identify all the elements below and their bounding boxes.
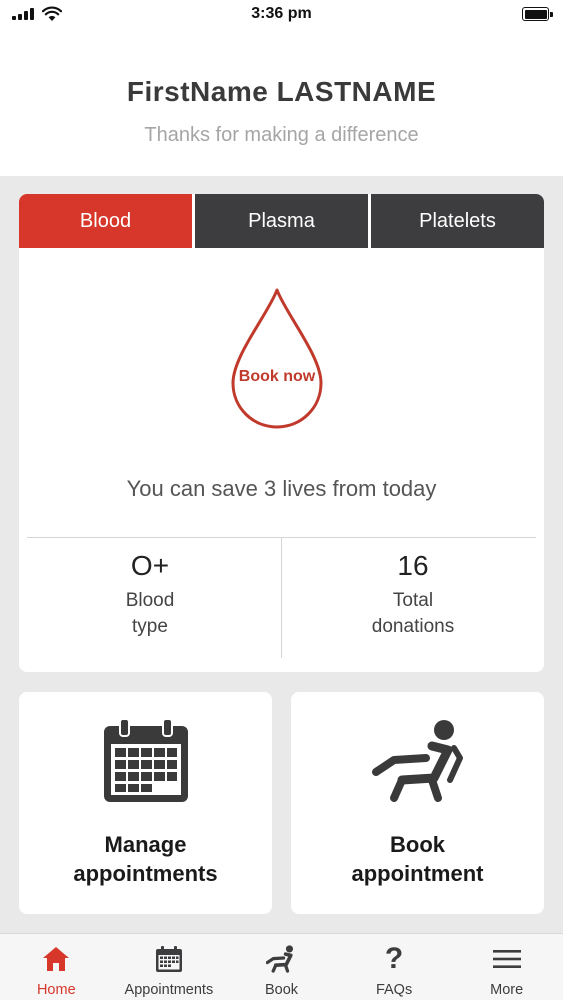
book-now-label: Book now [238,368,316,385]
tab-blood[interactable]: Blood [19,194,192,248]
nav-book[interactable]: Book [225,934,338,1000]
lives-message: You can save 3 lives from today [126,476,437,501]
nav-appointments[interactable]: Appointments [113,934,226,1000]
blood-type-label: Blood type [125,590,175,637]
total-donations-label: Total donations [371,590,455,637]
bottom-nav: Home Appointments Book ? FAQs More [0,933,563,1000]
home-icon [43,947,70,971]
status-bar: 3:36 pm [0,0,563,30]
book-appointment-label: Book appointment [351,832,484,886]
blood-type-value: O+ [130,550,170,581]
total-donations-stat: 16 Total donations [282,550,544,640]
blood-type-stat: O+ Blood type [19,550,281,640]
nav-more[interactable]: More [450,934,563,1000]
manage-appointments-label: Manage appointments [73,832,218,886]
book-appointment-button[interactable]: Book appointment [291,692,544,914]
user-name: FirstName LASTNAME [126,76,437,107]
donation-type-tabs: Blood Plasma Platelets [19,194,544,248]
tab-platelets[interactable]: Platelets [371,194,544,248]
donation-card: Blood Plasma Platelets Book now You can … [19,194,544,672]
calendar-icon [103,718,188,802]
calendar-icon [155,945,182,972]
nav-home[interactable]: Home [0,934,113,1000]
status-time: 3:36 pm [251,5,312,22]
donor-chair-icon [266,945,294,973]
nav-book-label: Book [264,982,299,998]
nav-faqs[interactable]: ? FAQs [338,934,451,1000]
profile-header: FirstName LASTNAME Thanks for making a d… [0,30,563,176]
menu-icon [492,950,521,968]
donor-chair-icon [371,720,463,802]
blood-drop-icon [231,288,323,429]
book-now-button[interactable]: Book now [230,286,324,430]
battery-icon [522,7,553,21]
nav-more-label: More [490,982,524,998]
total-donations-value: 16 [397,550,429,581]
tab-plasma[interactable]: Plasma [195,194,368,248]
manage-appointments-button[interactable]: Manage appointments [19,692,272,914]
thank-you-subtitle: Thanks for making a difference [144,124,419,146]
nav-faqs-label: FAQs [375,982,413,998]
question-icon: ? [384,942,404,975]
nav-home-label: Home [36,982,76,998]
nav-appointments-label: Appointments [124,982,214,998]
